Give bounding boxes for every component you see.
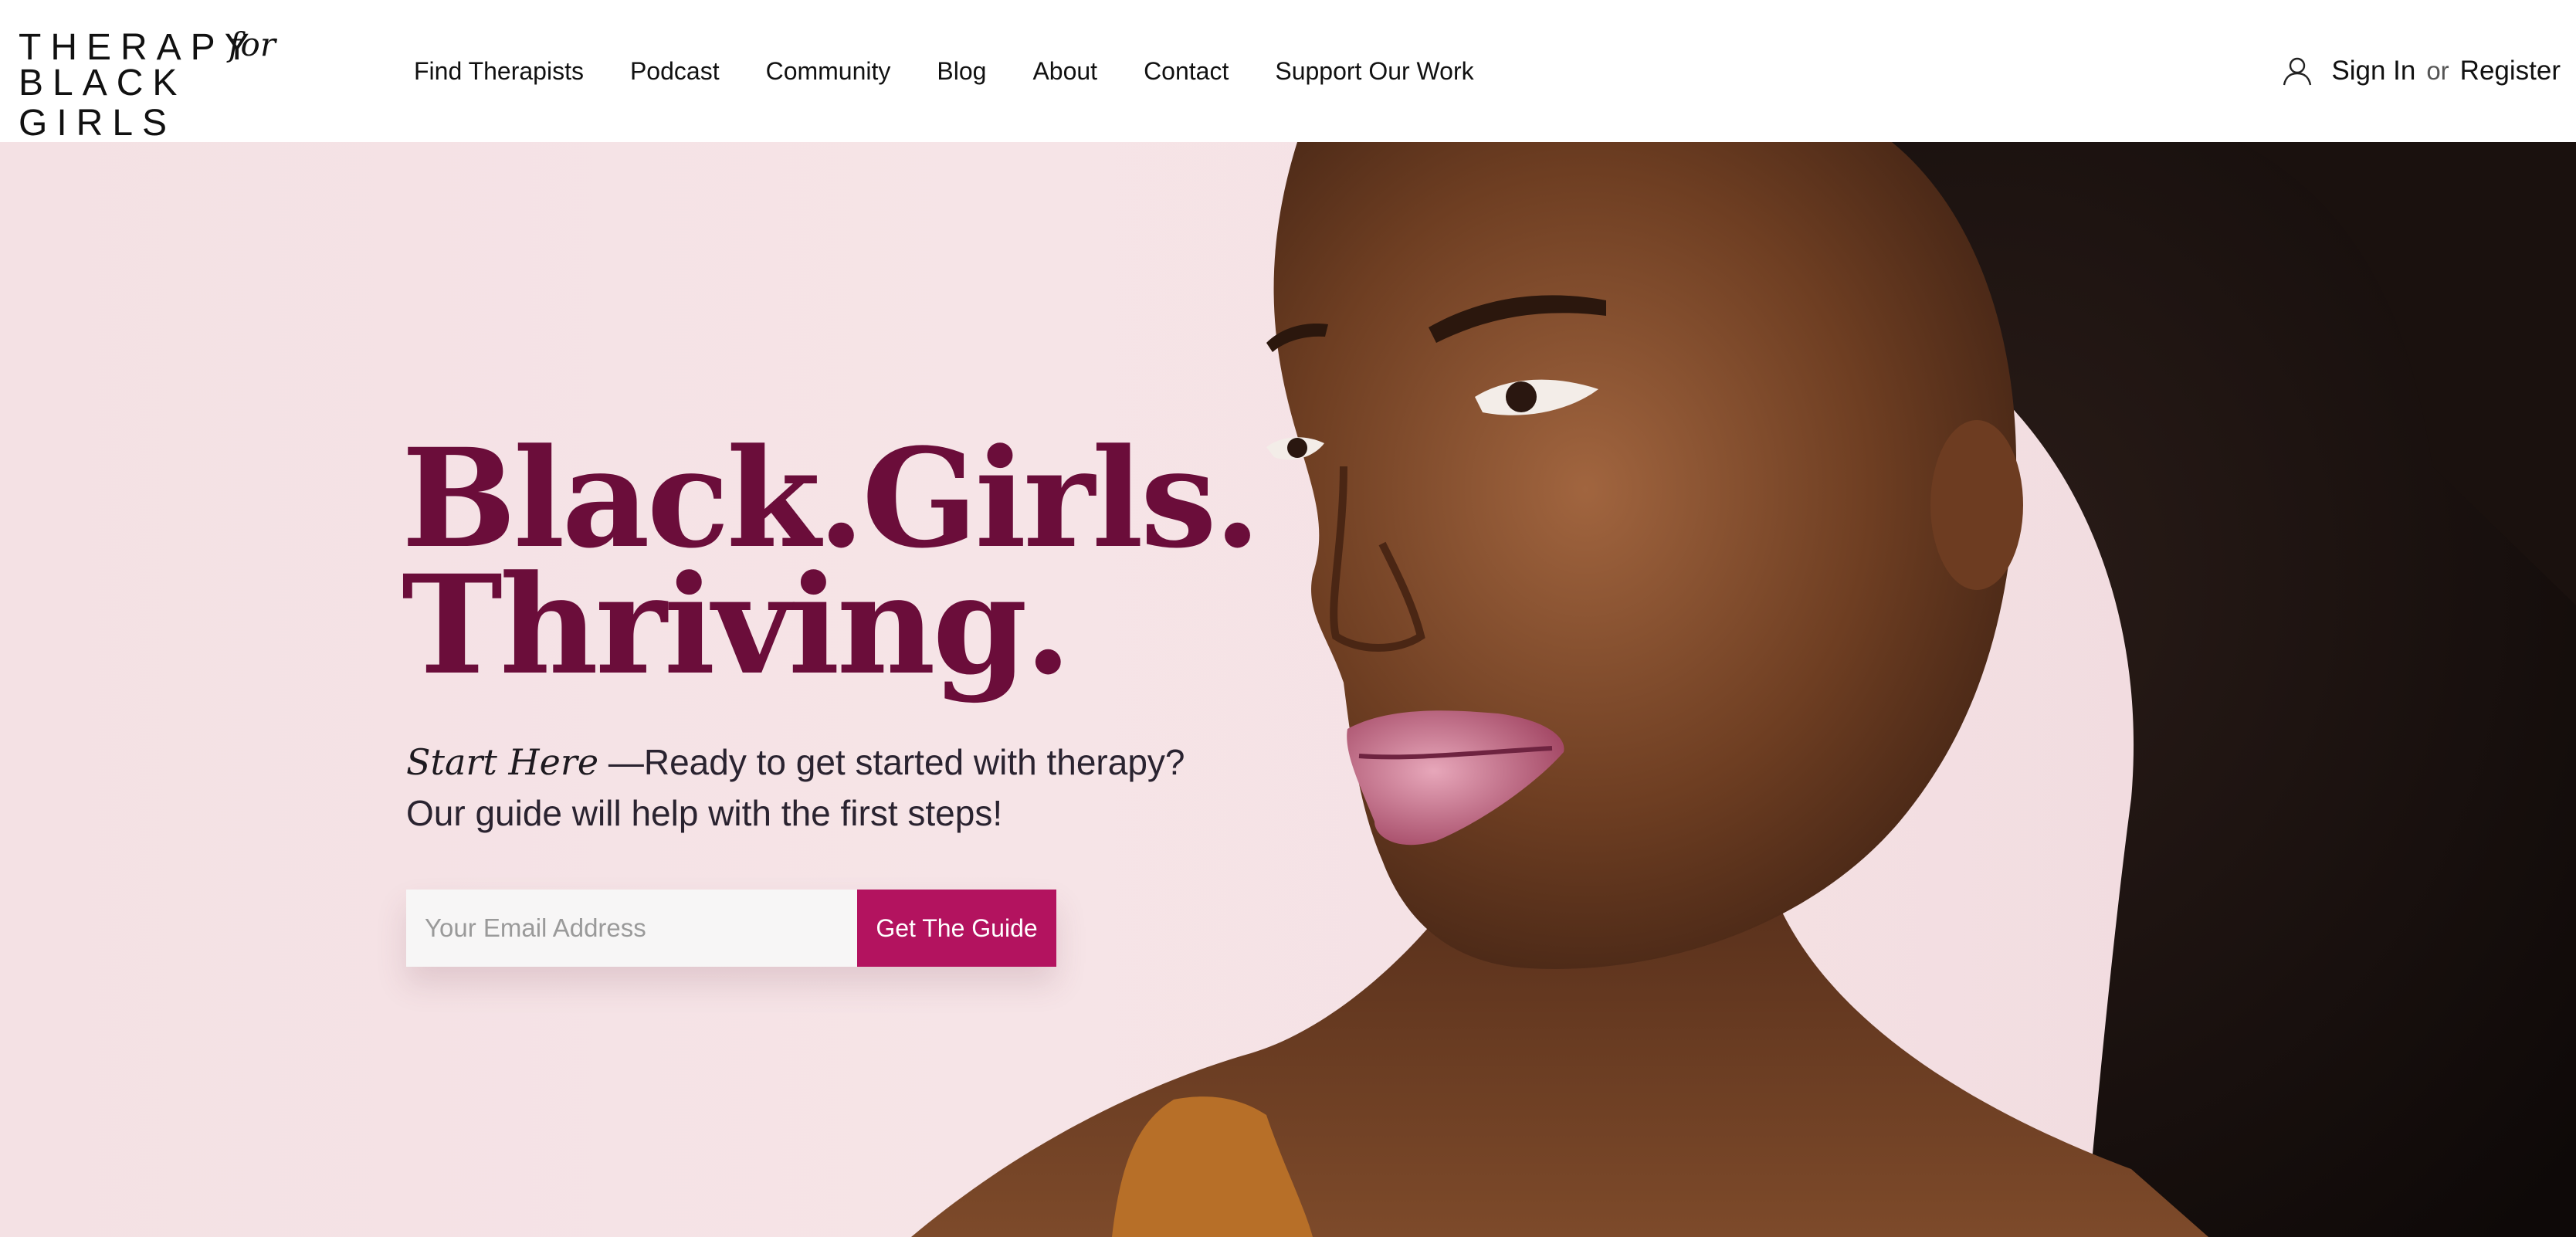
logo-line-black-girls: BLACK GIRLS bbox=[19, 63, 187, 144]
email-input[interactable] bbox=[406, 890, 857, 967]
nav-find-therapists[interactable]: Find Therapists bbox=[414, 57, 584, 86]
hero-portrait-image bbox=[911, 142, 2576, 1237]
nav-community[interactable]: Community bbox=[766, 57, 891, 86]
intro-line-2: Our guide will help with the first steps… bbox=[406, 793, 1003, 833]
intro-dash: — bbox=[598, 742, 644, 782]
site-header: THERAPY for BLACK GIRLS Find Therapists … bbox=[0, 0, 2576, 144]
hero-headline: Black.Girls. Thriving. bbox=[402, 419, 1261, 705]
main-nav: Find Therapists Podcast Community Blog A… bbox=[414, 48, 1474, 94]
hero-intro: Start Here —Ready to get started with th… bbox=[406, 737, 1225, 839]
guide-signup-form: Get The Guide bbox=[406, 890, 1056, 967]
get-the-guide-button[interactable]: Get The Guide bbox=[857, 890, 1056, 967]
intro-start-here: Start Here bbox=[406, 741, 599, 783]
sign-in-link[interactable]: Sign In bbox=[2331, 56, 2415, 86]
headline-line-1: Black.Girls. bbox=[402, 419, 1261, 578]
register-link[interactable]: Register bbox=[2460, 56, 2561, 86]
intro-line-1: Ready to get started with therapy? bbox=[643, 742, 1185, 782]
nav-blog[interactable]: Blog bbox=[937, 57, 986, 86]
user-icon[interactable] bbox=[2280, 54, 2314, 88]
nav-contact[interactable]: Contact bbox=[1144, 57, 1229, 86]
nav-podcast[interactable]: Podcast bbox=[630, 57, 720, 86]
account-links: Sign In or Register bbox=[2280, 48, 2561, 94]
nav-about[interactable]: About bbox=[1032, 57, 1097, 86]
account-separator: or bbox=[2426, 56, 2449, 85]
site-logo[interactable]: THERAPY for BLACK GIRLS bbox=[19, 25, 320, 144]
nav-support-our-work[interactable]: Support Our Work bbox=[1275, 57, 1473, 86]
hero-section: Black.Girls. Thriving. Start Here —Ready… bbox=[0, 142, 2576, 1237]
logo-script-for: for bbox=[229, 25, 276, 63]
headline-line-2: Thriving. bbox=[402, 545, 1072, 705]
